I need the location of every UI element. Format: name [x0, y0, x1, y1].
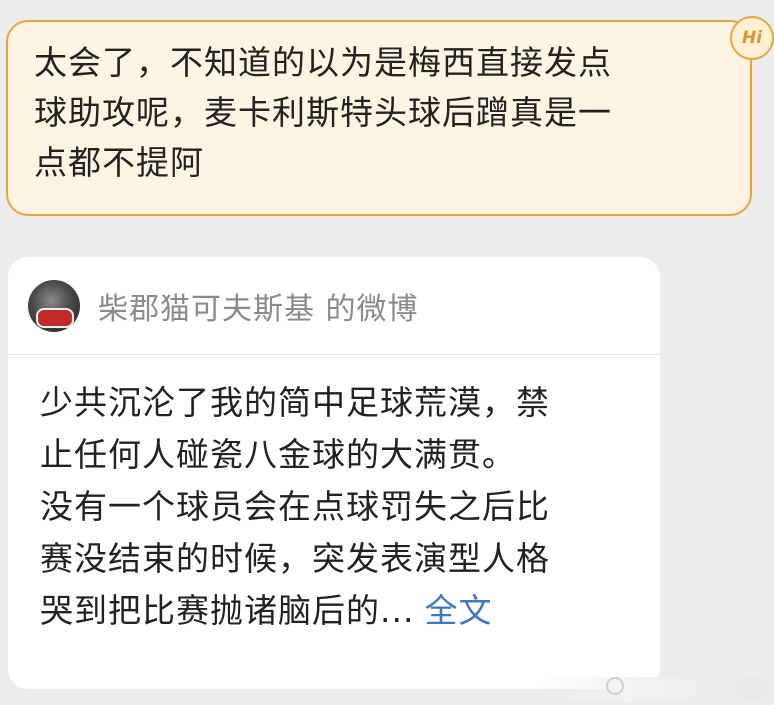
full-text-link[interactable]: 全文 [424, 591, 492, 630]
comment-line: 点都不提阿 [34, 143, 204, 182]
post-line: 止任何人碰瓷八金球的大满贯。 [40, 435, 516, 474]
weibo-card[interactable]: 柴郡猫可夫斯基 的微博 少共沉沦了我的简中足球荒漠，禁 止任何人碰瓷八金球的大满… [8, 257, 660, 689]
avatar[interactable] [28, 279, 80, 332]
comment-text: 太会了，不知道的以为是梅西直接发点 球助攻呢，麦卡利斯特头球后蹭真是一 点都不提… [34, 38, 724, 188]
post-line: 赛没结束的时候，突发表演型人格 [40, 539, 550, 578]
comment-line: 太会了，不知道的以为是梅西直接发点 [34, 43, 612, 82]
post-body: 少共沉沦了我的简中足球荒漠，禁 止任何人碰瓷八金球的大满贯。 没有一个球员会在点… [8, 355, 660, 637]
post-line-last: 哭到把比赛抛诸脑后的... 全文 [40, 585, 630, 637]
watermark-logo-icon [606, 677, 624, 695]
post-line-text: 哭到把比赛抛诸脑后的... [40, 591, 415, 630]
post-line: 没有一个球员会在点球罚失之后比 [40, 487, 550, 526]
comment-line: 球助攻呢，麦卡利斯特头球后蹭真是一 [34, 93, 612, 132]
author-name[interactable]: 柴郡猫可夫斯基 的微博 [98, 284, 419, 328]
comment-bubble: 太会了，不知道的以为是梅西直接发点 球助攻呢，麦卡利斯特头球后蹭真是一 点都不提… [6, 20, 752, 216]
watermark [538, 677, 768, 701]
card-header[interactable]: 柴郡猫可夫斯基 的微博 [8, 257, 660, 355]
post-line: 少共沉沦了我的简中足球荒漠，禁 [40, 383, 550, 422]
hi-badge-icon: Hi [730, 16, 774, 60]
